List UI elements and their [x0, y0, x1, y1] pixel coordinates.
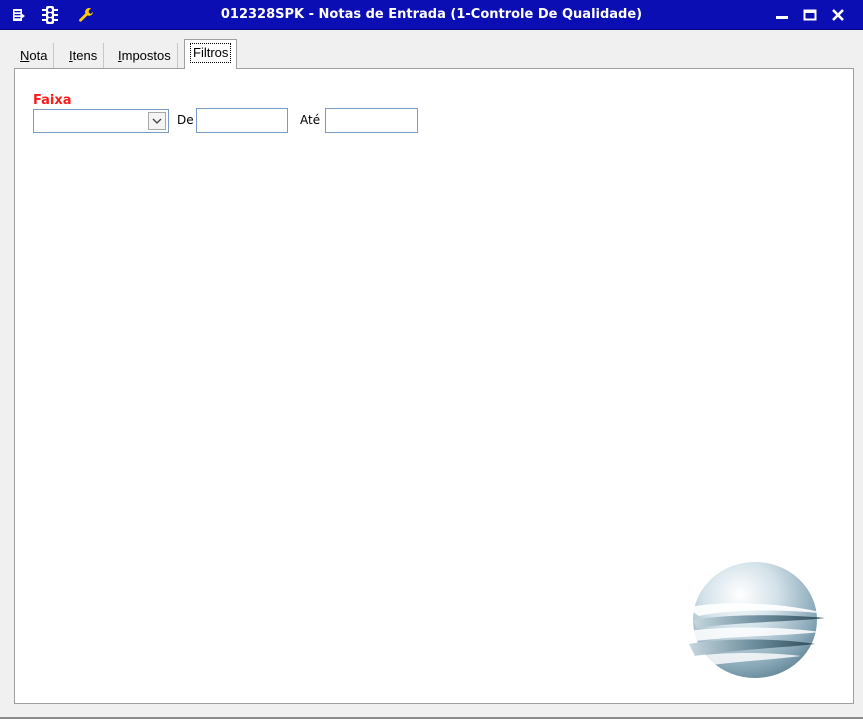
tab-nota[interactable]: Nota [14, 43, 55, 68]
wrench-icon[interactable] [76, 5, 96, 25]
de-input[interactable] [196, 108, 288, 133]
tab-bar: Nota Itens Impostos Filtros [14, 39, 854, 69]
company-logo [683, 562, 827, 678]
faixa-select[interactable] [33, 109, 169, 133]
tab-filtros-label: Filtros [190, 43, 232, 63]
ate-input[interactable] [325, 108, 418, 133]
filters-panel: Faixa De Até [14, 68, 854, 704]
traffic-light-icon[interactable] [40, 5, 60, 25]
tab-impostos[interactable]: Impostos [112, 43, 178, 68]
tab-itens[interactable]: Itens [63, 43, 105, 68]
faixa-label: Faixa [33, 93, 72, 108]
menu-icon[interactable] [9, 5, 29, 25]
title-bar[interactable]: 012328SPK - Notas de Entrada (1-Controle… [0, 0, 863, 30]
chevron-down-icon[interactable] [148, 112, 166, 130]
ate-label: Até [300, 113, 321, 127]
close-icon[interactable] [827, 5, 849, 25]
maximize-icon[interactable] [799, 5, 821, 25]
window-title: 012328SPK - Notas de Entrada (1-Controle… [220, 7, 643, 22]
window: 012328SPK - Notas de Entrada (1-Controle… [0, 0, 863, 719]
tab-filtros[interactable]: Filtros [184, 39, 238, 69]
minimize-icon[interactable] [771, 5, 793, 25]
de-label: De [177, 113, 194, 127]
